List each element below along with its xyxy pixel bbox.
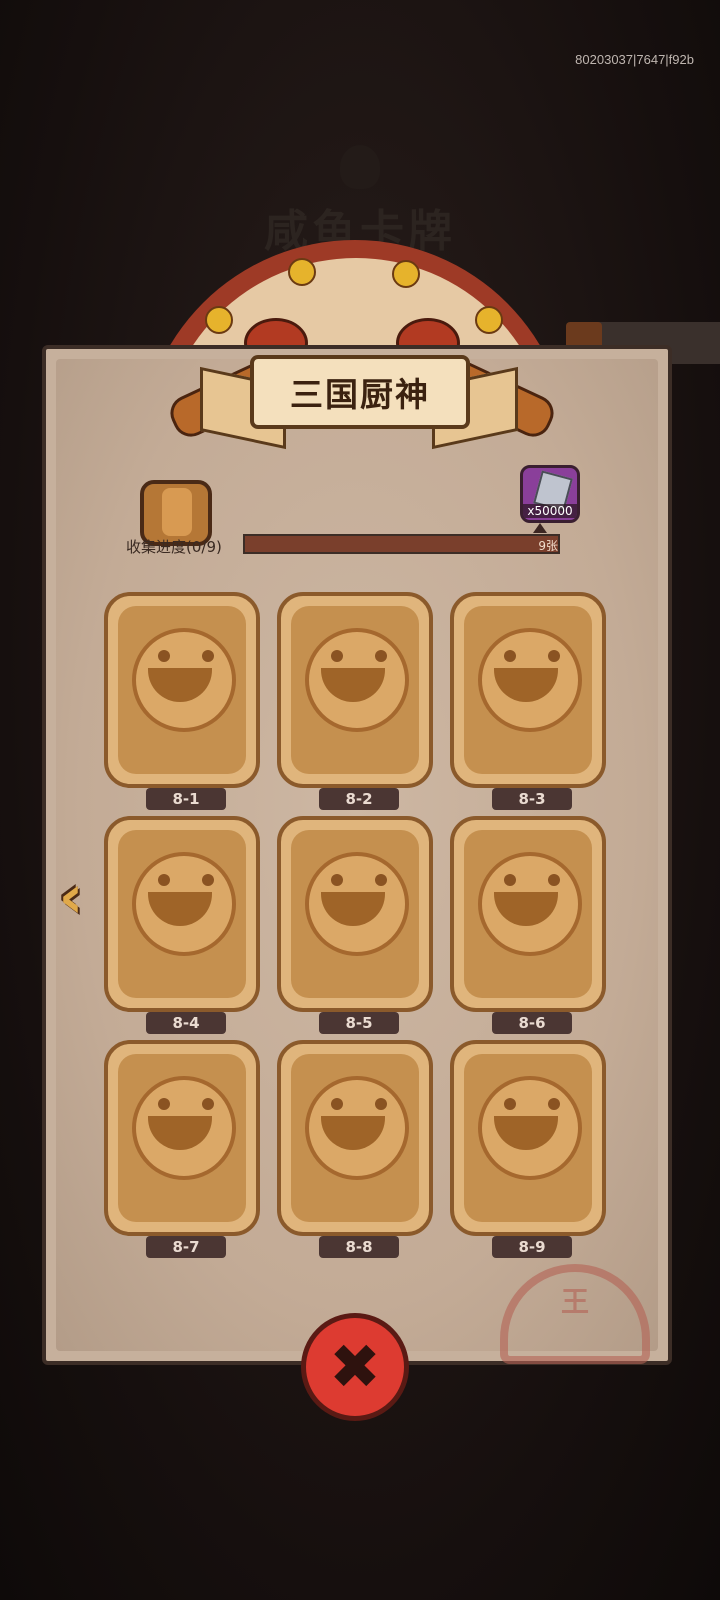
card-eye — [331, 1098, 343, 1110]
collection-card[interactable]: 8-7 — [104, 1040, 260, 1258]
card-label: 8-1 — [146, 788, 226, 810]
drum-rivet-icon — [392, 260, 420, 288]
card-eye — [504, 1098, 516, 1110]
card-label: 8-6 — [492, 1012, 572, 1034]
card-eye — [331, 650, 343, 662]
page-title: 三国厨神 — [290, 375, 430, 414]
progress-bar — [243, 534, 560, 554]
reward-amount: x50000 — [523, 504, 577, 518]
drum-rivet-icon — [205, 306, 233, 334]
card-eye — [375, 874, 387, 886]
card-eye — [375, 1098, 387, 1110]
drum-rivet-icon — [288, 258, 316, 286]
card-label: 8-5 — [319, 1012, 399, 1034]
card-eye — [504, 650, 516, 662]
card-eye — [548, 874, 560, 886]
prev-page-button[interactable]: ‹ — [48, 862, 94, 932]
card-back — [118, 1054, 246, 1222]
drum-rivet-icon — [475, 306, 503, 334]
close-button[interactable]: ✖ — [301, 1313, 409, 1421]
card-back — [464, 606, 592, 774]
card-back — [291, 1054, 419, 1222]
card-eye — [158, 1098, 170, 1110]
collection-card[interactable]: 8-5 — [277, 816, 433, 1034]
card-label: 8-8 — [319, 1236, 399, 1258]
card-back — [464, 1054, 592, 1222]
close-icon: ✖ — [329, 1330, 381, 1403]
card-back — [118, 606, 246, 774]
progress-label: 收集进度(0/9) — [126, 538, 222, 556]
milestone-reward-button[interactable]: x50000 — [520, 465, 580, 523]
card-eye — [375, 650, 387, 662]
card-eye — [202, 1098, 214, 1110]
collection-card[interactable]: 8-1 — [104, 592, 260, 810]
card-eye — [158, 874, 170, 886]
collection-card[interactable]: 8-3 — [450, 592, 606, 810]
milestone-label: 9张 — [538, 539, 558, 553]
card-label: 8-9 — [492, 1236, 572, 1258]
card-eye — [202, 650, 214, 662]
card-back — [291, 830, 419, 998]
card-eye — [504, 874, 516, 886]
collection-card[interactable]: 8-4 — [104, 816, 260, 1034]
card-eye — [158, 650, 170, 662]
collection-card[interactable]: 8-2 — [277, 592, 433, 810]
card-eye — [202, 874, 214, 886]
card-label: 8-2 — [319, 788, 399, 810]
background-chef-icon — [340, 145, 380, 189]
collection-card[interactable]: 8-8 — [277, 1040, 433, 1258]
card-back — [464, 830, 592, 998]
title-ribbon: 三国厨神 — [250, 355, 470, 429]
card-back — [291, 606, 419, 774]
card-label: 8-7 — [146, 1236, 226, 1258]
milestone-marker-icon — [533, 523, 547, 533]
card-label: 8-4 — [146, 1012, 226, 1034]
card-eye — [331, 874, 343, 886]
debug-id: 80203037|7647|f92b — [575, 52, 694, 67]
card-label: 8-3 — [492, 788, 572, 810]
card-back — [118, 830, 246, 998]
collection-card[interactable]: 8-9 — [450, 1040, 606, 1258]
card-eye — [548, 1098, 560, 1110]
card-eye — [548, 650, 560, 662]
collection-card[interactable]: 8-6 — [450, 816, 606, 1034]
